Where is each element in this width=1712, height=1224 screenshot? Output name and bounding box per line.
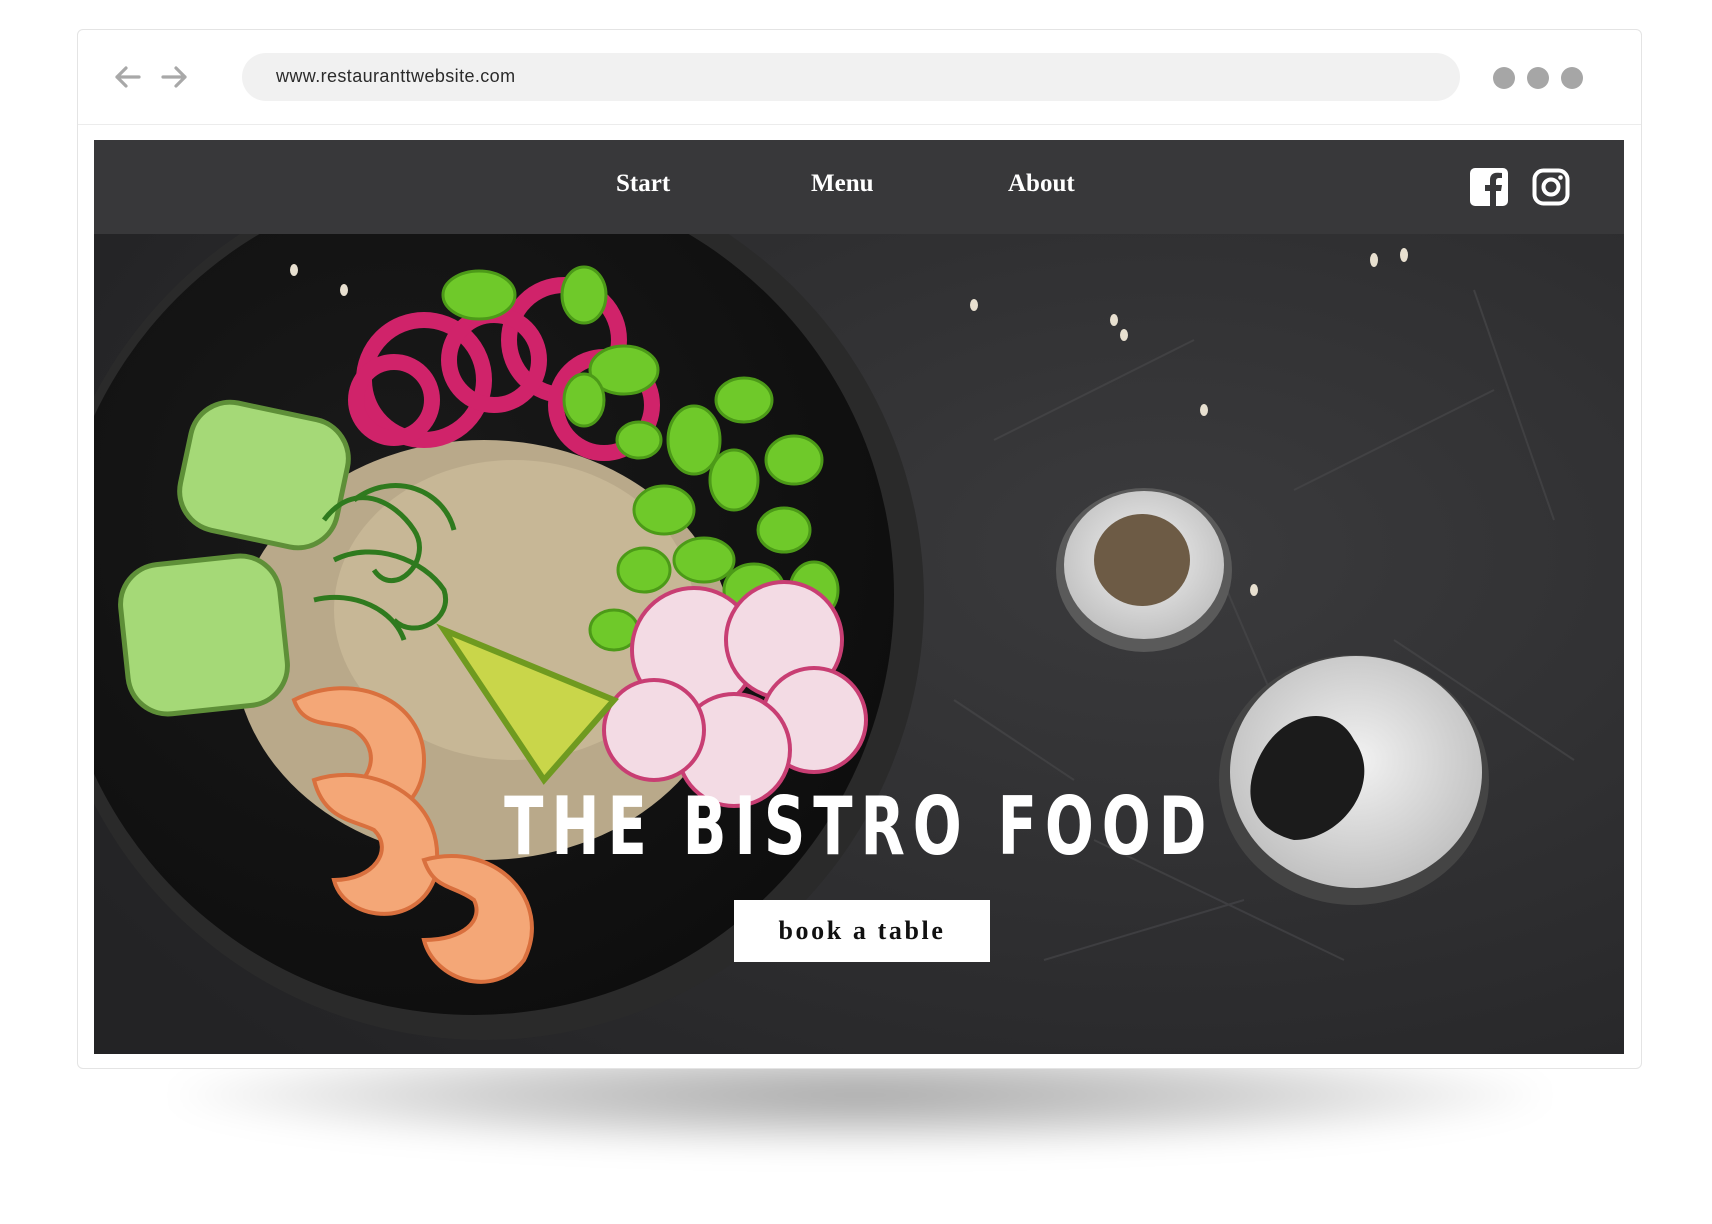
three-dots-icon: [1561, 67, 1583, 89]
instagram-link[interactable]: [1532, 168, 1570, 206]
website-viewport: Start Menu About THE BISTRO FOOD book a …: [94, 140, 1624, 1054]
back-button[interactable]: [110, 60, 144, 94]
book-table-button[interactable]: book a table: [734, 900, 990, 962]
browser-menu-button[interactable]: [1493, 67, 1583, 89]
three-dots-icon: [1493, 67, 1515, 89]
facebook-icon: [1470, 168, 1508, 206]
url-text: www.restauranttwebsite.com: [276, 66, 516, 86]
site-navbar: Start Menu About: [94, 140, 1624, 234]
nav-link-menu[interactable]: Menu: [811, 170, 874, 198]
three-dots-icon: [1527, 67, 1549, 89]
forward-button[interactable]: [158, 60, 192, 94]
arrow-right-icon: [161, 66, 187, 88]
facebook-link[interactable]: [1470, 168, 1508, 206]
instagram-icon: [1532, 168, 1570, 206]
arrow-left-icon: [115, 66, 141, 88]
book-table-label: book a table: [778, 916, 946, 945]
address-bar[interactable]: www.restauranttwebsite.com: [242, 53, 1460, 101]
browser-toolbar: www.restauranttwebsite.com: [78, 30, 1641, 125]
nav-link-start[interactable]: Start: [616, 170, 670, 198]
nav-link-about[interactable]: About: [1008, 170, 1075, 198]
browser-window: www.restauranttwebsite.com Start Menu Ab…: [77, 29, 1642, 1069]
